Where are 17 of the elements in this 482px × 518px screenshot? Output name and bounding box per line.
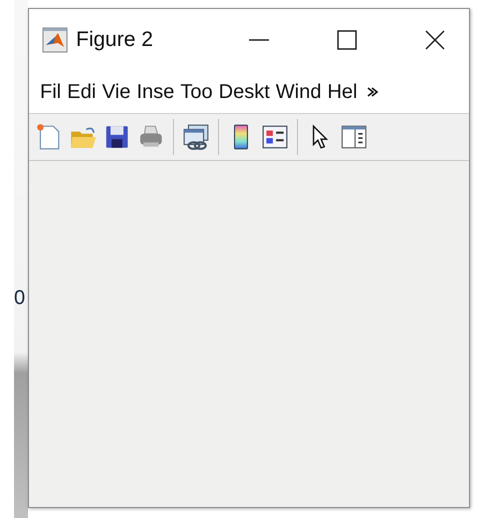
overflow-arrow-icon[interactable] <box>367 86 380 98</box>
app-icon <box>42 27 68 53</box>
menu-item[interactable]: Fil <box>40 80 62 104</box>
menu-item[interactable]: Edi <box>67 80 96 104</box>
linked-windows-icon[interactable] <box>182 123 210 151</box>
legend-icon[interactable] <box>261 123 289 151</box>
menu-item[interactable]: Too <box>180 80 213 104</box>
menu-item[interactable]: Wind <box>276 80 322 104</box>
property-panel-icon[interactable] <box>340 123 368 151</box>
window-title: Figure 2 <box>76 28 154 52</box>
maximize-icon[interactable] <box>335 28 359 52</box>
menu-item[interactable]: Hel <box>327 80 358 104</box>
menu-item[interactable]: Inse <box>136 80 174 104</box>
menu-item[interactable]: Vie <box>102 80 131 104</box>
menu-item[interactable]: Deskt <box>218 80 270 104</box>
close-icon[interactable] <box>423 28 447 52</box>
background-text: 0 <box>14 288 26 308</box>
